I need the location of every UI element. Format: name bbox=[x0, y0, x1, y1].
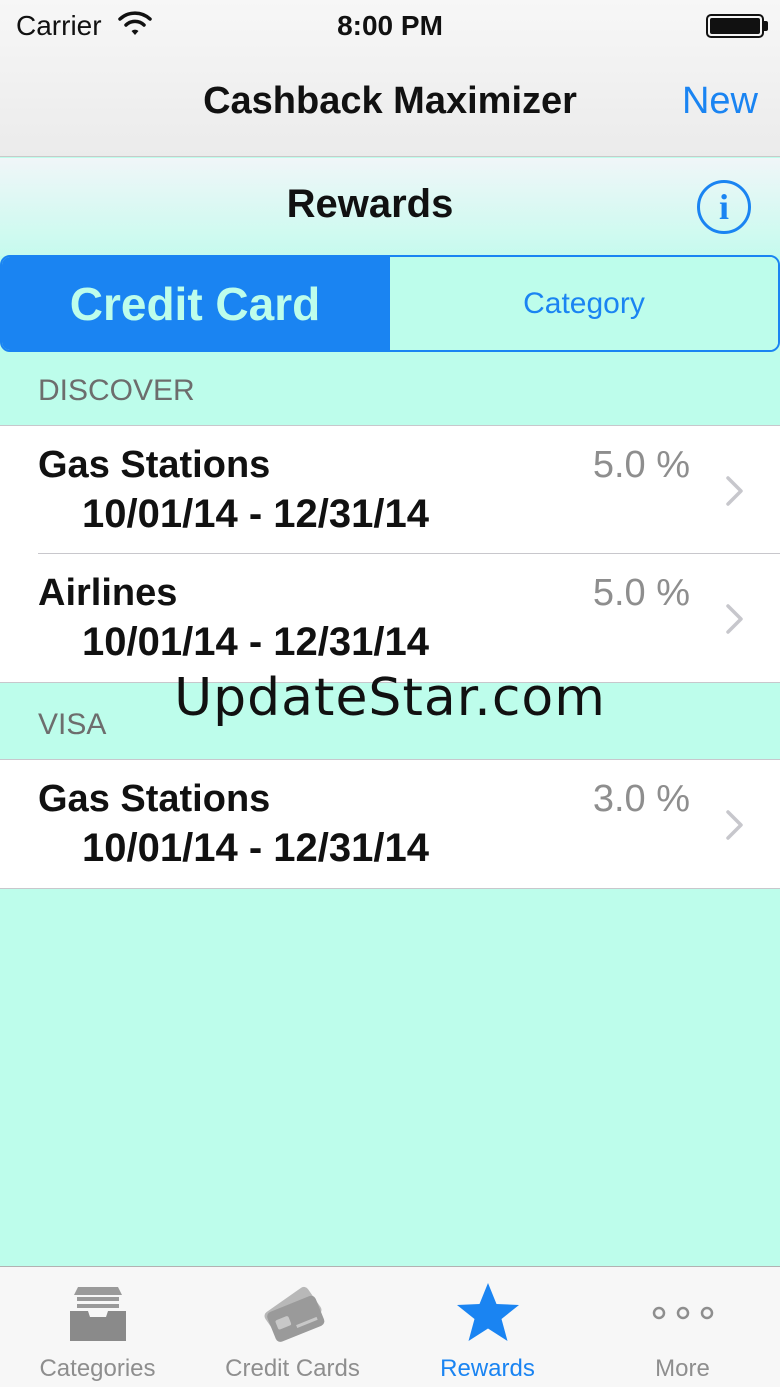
inbox-tray-icon bbox=[69, 1287, 126, 1341]
row-title: Gas Stations bbox=[38, 444, 271, 486]
clock: 8:00 PM bbox=[337, 10, 443, 41]
chevron-right-icon bbox=[726, 810, 743, 840]
battery-tip bbox=[764, 21, 768, 31]
list-item[interactable]: Airlines 10/01/14 - 12/31/14 5.0 % bbox=[0, 554, 780, 682]
row-percent: 3.0 % bbox=[592, 778, 690, 820]
nav-title: Cashback Maximizer bbox=[203, 80, 577, 122]
list-item[interactable]: Gas Stations 10/01/14 - 12/31/14 5.0 % bbox=[0, 426, 780, 554]
watermark: UpdateStar.com bbox=[174, 668, 606, 728]
row-dates: 10/01/14 - 12/31/14 bbox=[82, 620, 429, 664]
chevron-right-icon bbox=[726, 604, 743, 634]
new-button[interactable]: New bbox=[682, 80, 758, 123]
credit-cards-icon bbox=[263, 1286, 324, 1342]
rewards-subheader: Rewards bbox=[0, 158, 780, 256]
tab-more[interactable]: More bbox=[585, 1267, 780, 1387]
tab-bar: Categories Credit Cards Rewards More bbox=[0, 1266, 780, 1387]
segment-credit-card[interactable]: Credit Card bbox=[2, 257, 390, 350]
battery-icon bbox=[706, 14, 764, 38]
tab-label: Categories bbox=[39, 1355, 156, 1382]
page-title: Rewards bbox=[286, 182, 454, 226]
tab-credit-cards[interactable]: Credit Cards bbox=[195, 1267, 390, 1387]
row-title: Airlines bbox=[38, 572, 178, 614]
divider bbox=[0, 888, 780, 889]
row-title: Gas Stations bbox=[38, 778, 271, 820]
row-dates: 10/01/14 - 12/31/14 bbox=[82, 826, 429, 870]
star-icon bbox=[456, 1283, 519, 1341]
navigation-header: Carrier 8:00 PM Cashback Maximizer New bbox=[0, 0, 780, 157]
tab-label: More bbox=[655, 1355, 710, 1382]
chevron-right-icon bbox=[726, 476, 743, 506]
more-dots-icon bbox=[652, 1306, 713, 1320]
list-item[interactable]: Gas Stations 10/01/14 - 12/31/14 3.0 % bbox=[0, 760, 780, 888]
section-header: DISCOVER bbox=[38, 374, 195, 407]
row-percent: 5.0 % bbox=[592, 572, 690, 614]
row-percent: 5.0 % bbox=[592, 444, 690, 486]
status-bar: Carrier 8:00 PM bbox=[0, 0, 780, 56]
screen: Carrier 8:00 PM Cashback Maximizer New R… bbox=[0, 0, 780, 1387]
segmented-control: Credit Card Category bbox=[0, 255, 780, 352]
segment-category[interactable]: Category bbox=[390, 257, 778, 350]
info-button[interactable]: i bbox=[697, 180, 751, 234]
row-dates: 10/01/14 - 12/31/14 bbox=[82, 492, 429, 536]
tab-categories[interactable]: Categories bbox=[0, 1267, 195, 1387]
tab-rewards[interactable]: Rewards bbox=[390, 1267, 585, 1387]
tab-label: Credit Cards bbox=[225, 1355, 360, 1382]
tab-label: Rewards bbox=[440, 1355, 535, 1382]
